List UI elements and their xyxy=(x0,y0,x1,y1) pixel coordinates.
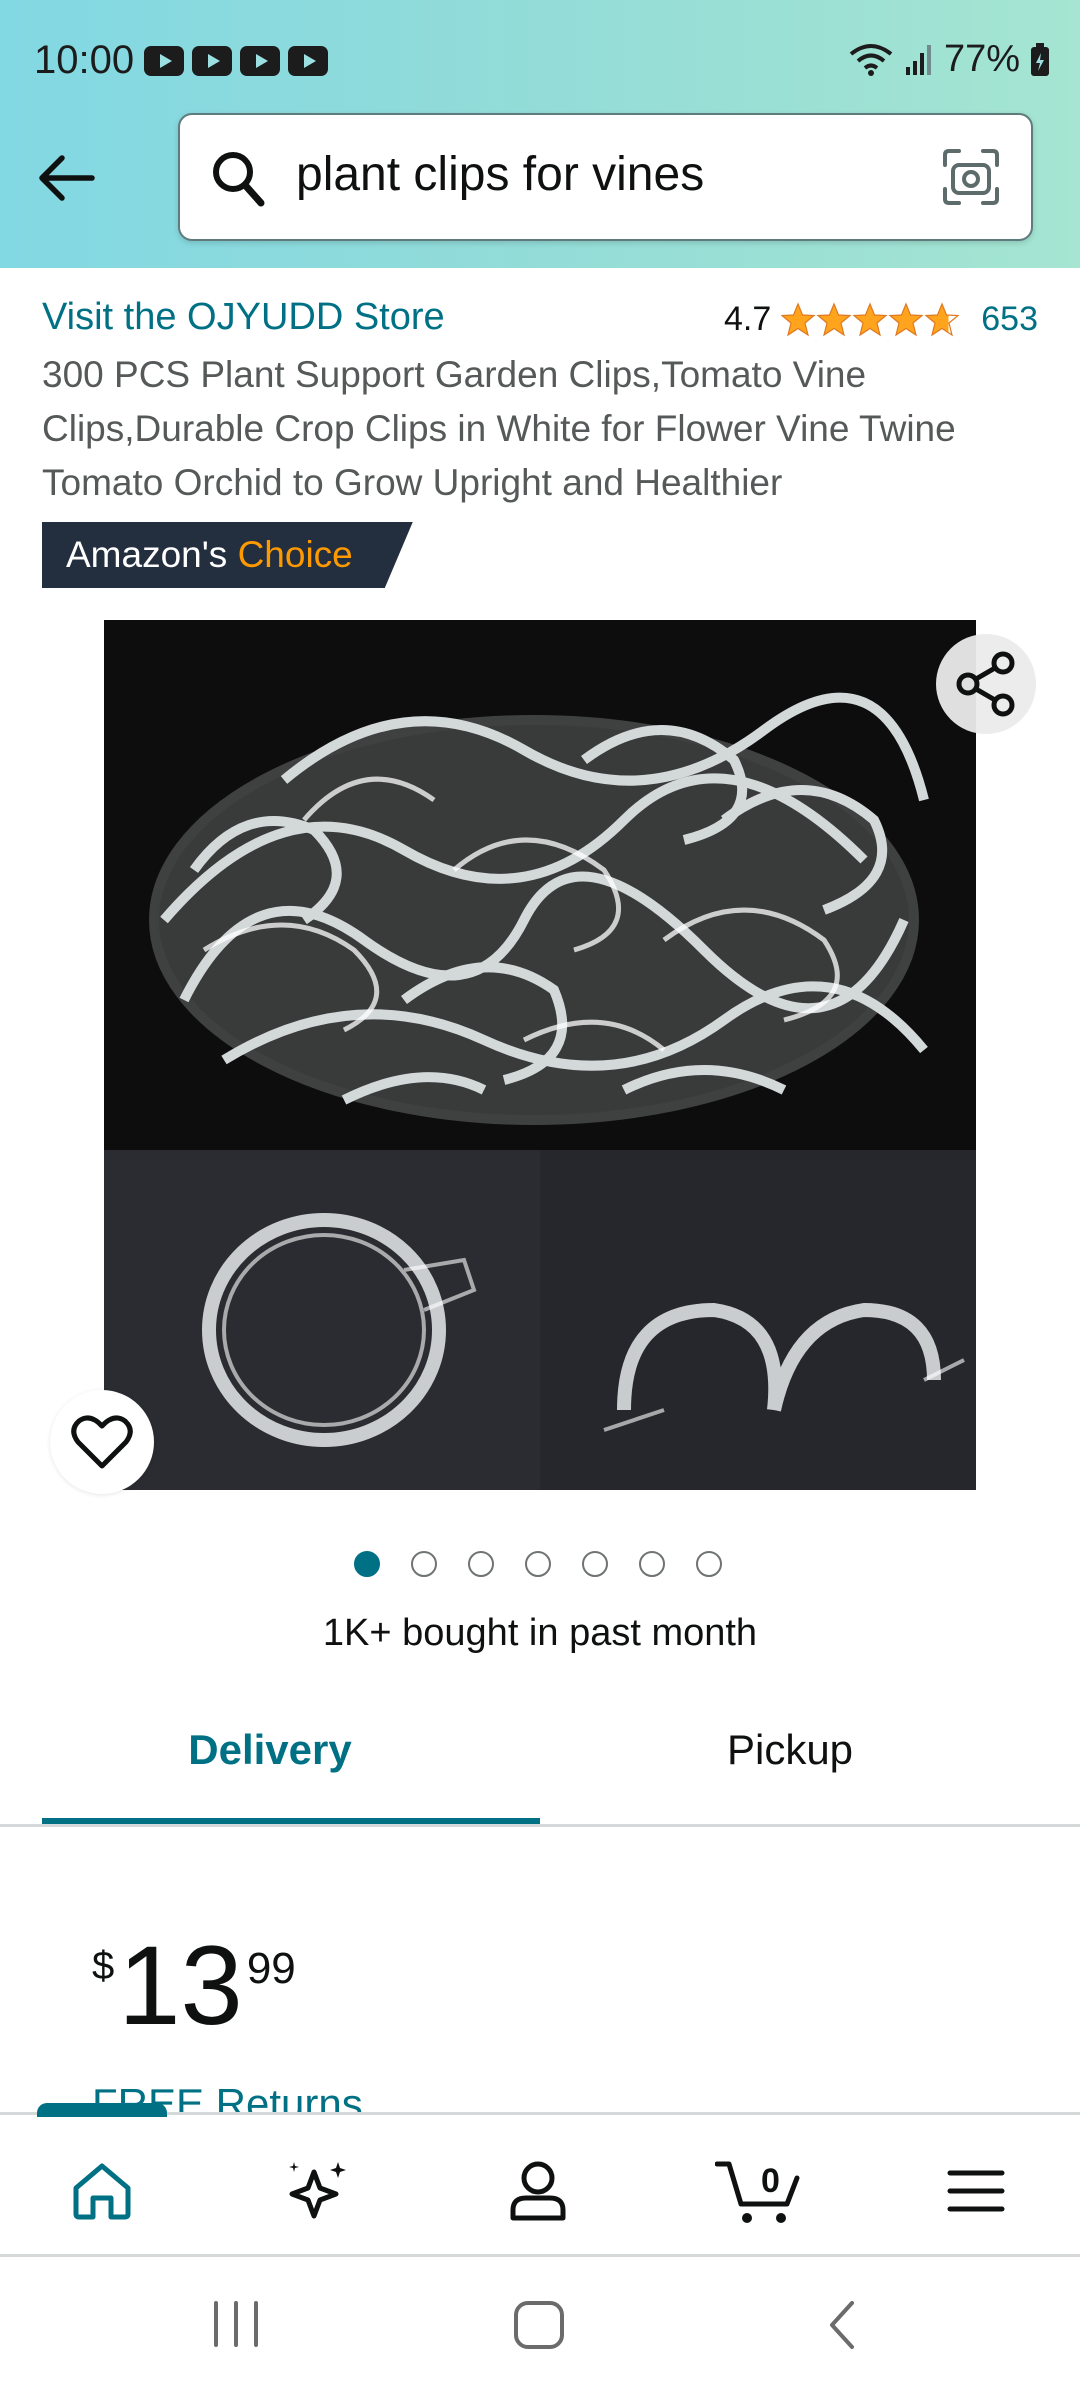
price-fraction: 99 xyxy=(246,1944,296,1993)
amazons-choice-badge: Amazon's Choice xyxy=(42,522,413,588)
rating-count[interactable]: 653 xyxy=(981,300,1038,339)
menu-icon xyxy=(947,2170,1005,2212)
back-button[interactable] xyxy=(34,148,98,208)
nav-home[interactable] xyxy=(62,2155,142,2227)
fulfillment-tabs: Delivery Pickup xyxy=(0,1690,1080,1827)
carousel-dot[interactable] xyxy=(411,1551,437,1577)
heart-icon xyxy=(71,1415,133,1469)
header: 10:00 77% plant clips for vines xyxy=(0,0,1080,268)
signal-icon xyxy=(905,44,931,75)
share-button[interactable] xyxy=(936,634,1036,734)
store-link[interactable]: Visit the OJYUDD Store xyxy=(42,296,445,339)
battery-icon xyxy=(1031,42,1049,76)
wishlist-button[interactable] xyxy=(50,1390,154,1494)
system-nav-bar xyxy=(0,2257,1080,2400)
rating-stars xyxy=(781,302,959,336)
carousel-dot[interactable] xyxy=(582,1551,608,1577)
youtube-icon xyxy=(144,46,184,76)
battery-text: 77% xyxy=(943,38,1020,80)
cart-count: 0 xyxy=(761,2162,780,2200)
badge-prefix: Amazon's xyxy=(66,534,228,575)
rating-value: 4.7 xyxy=(724,300,772,338)
star-icon xyxy=(781,302,815,336)
arrow-left-icon xyxy=(39,155,95,201)
product-photo xyxy=(104,620,976,1490)
star-icon xyxy=(889,302,923,336)
back-nav-icon[interactable] xyxy=(822,2299,862,2351)
sparkle-icon xyxy=(289,2162,346,2219)
youtube-icon xyxy=(288,46,328,76)
price: $ 13 99 xyxy=(92,1930,296,2042)
bought-in-past-month: 1K+ bought in past month xyxy=(322,1612,758,1654)
youtube-icon xyxy=(192,46,232,76)
tabs-divider xyxy=(0,1824,1080,1827)
cart-icon: 0 xyxy=(715,2161,800,2223)
search-input[interactable]: plant clips for vines xyxy=(296,147,704,202)
star-half-icon xyxy=(925,302,959,336)
home-icon xyxy=(73,2163,131,2220)
star-icon xyxy=(853,302,887,336)
image-carousel-dots xyxy=(0,1551,1078,1577)
nav-account[interactable] xyxy=(498,2155,578,2227)
carousel-dot[interactable] xyxy=(468,1551,494,1577)
nav-rufus[interactable] xyxy=(278,2155,358,2227)
nav-active-indicator xyxy=(37,2103,167,2117)
account-icon xyxy=(510,2161,566,2221)
notification-icons xyxy=(144,46,328,76)
wifi-icon xyxy=(849,43,893,76)
search-icon xyxy=(213,152,265,207)
status-right: 77% xyxy=(848,38,1050,81)
price-whole: 13 xyxy=(118,1923,243,2048)
youtube-icon xyxy=(240,46,280,76)
tab-pickup[interactable]: Pickup xyxy=(540,1726,1040,1774)
camera-scan-icon[interactable] xyxy=(941,147,1001,207)
status-time: 10:00 xyxy=(34,38,135,82)
share-icon xyxy=(956,651,1015,717)
badge-highlight: Choice xyxy=(237,534,353,575)
carousel-dot[interactable] xyxy=(639,1551,665,1577)
price-symbol: $ xyxy=(92,1944,115,1988)
rating[interactable]: 4.7 653 xyxy=(724,300,1038,339)
bottom-nav: 0 xyxy=(0,2103,1080,2258)
nav-cart[interactable]: 0 xyxy=(714,2155,804,2227)
recent-apps-icon[interactable] xyxy=(206,2299,266,2349)
product-title: 300 PCS Plant Support Garden Clips,Tomat… xyxy=(42,354,956,503)
status-bar: 10:00 77% xyxy=(0,0,1080,120)
product-image[interactable] xyxy=(104,620,976,1490)
tab-delivery[interactable]: Delivery xyxy=(0,1726,540,1774)
carousel-dot[interactable] xyxy=(354,1551,380,1577)
home-button-icon[interactable] xyxy=(512,2299,568,2351)
carousel-dot[interactable] xyxy=(525,1551,551,1577)
search-bar[interactable]: plant clips for vines xyxy=(178,113,1033,241)
carousel-dot[interactable] xyxy=(696,1551,722,1577)
star-icon xyxy=(817,302,851,336)
nav-menu[interactable] xyxy=(936,2155,1016,2227)
